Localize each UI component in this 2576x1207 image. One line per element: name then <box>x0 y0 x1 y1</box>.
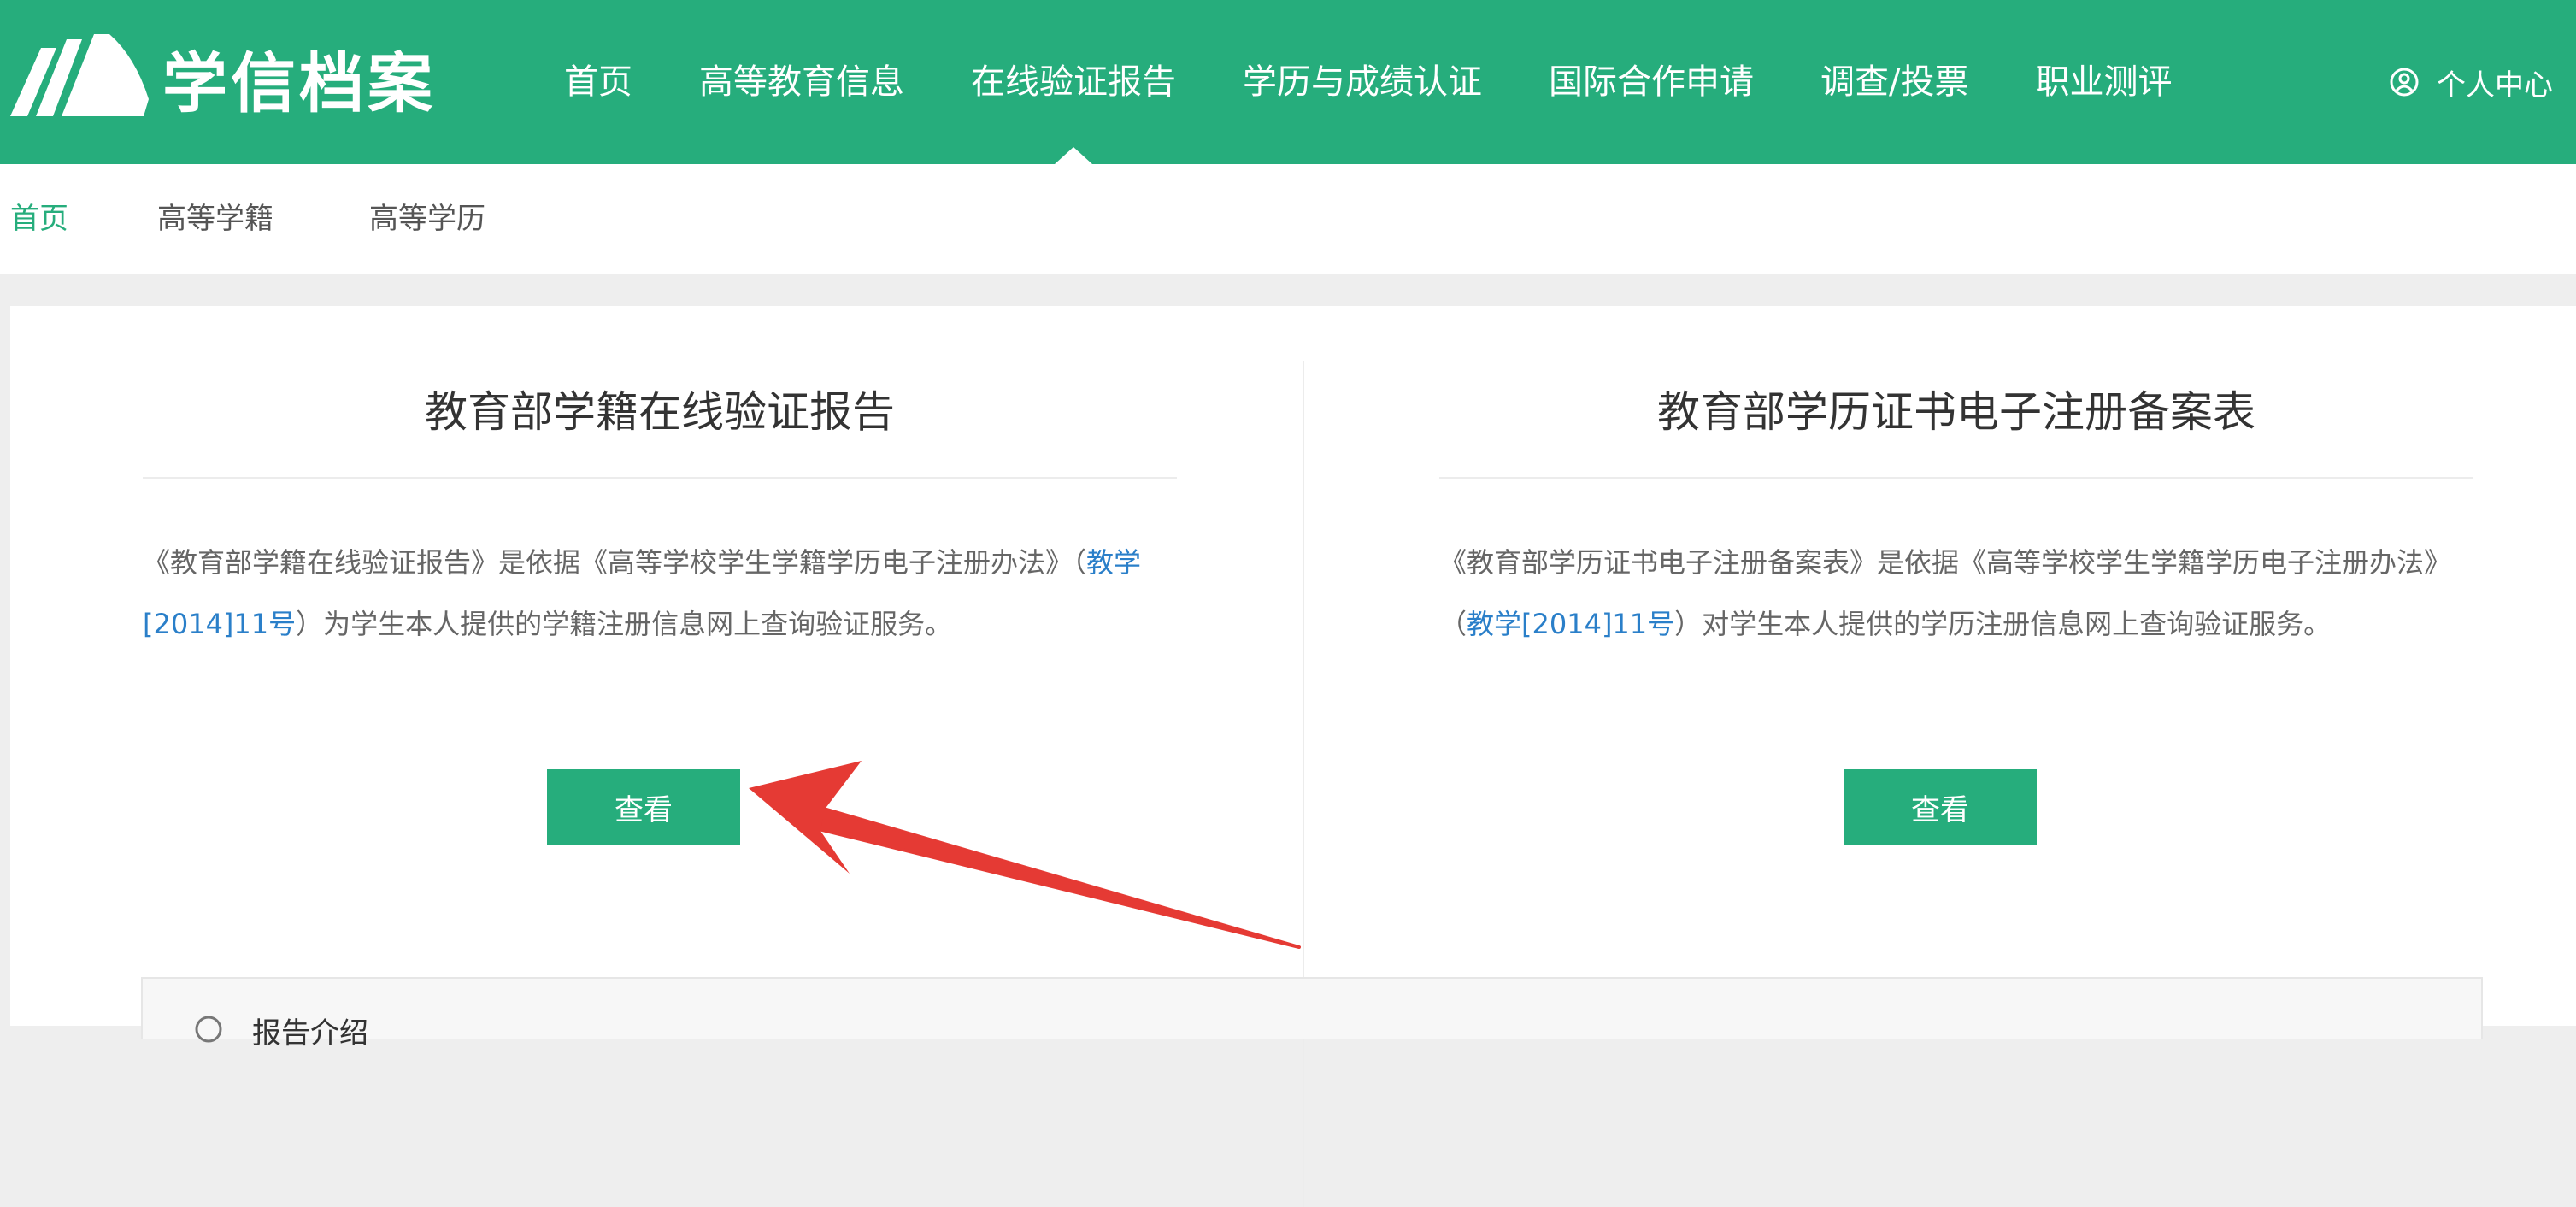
desc-text: ）对学生本人提供的学历注册信息网上查询验证服务。 <box>1674 608 2332 640</box>
nav-item-degree-certification[interactable]: 学历与成绩认证 <box>1243 0 1482 164</box>
card-title: 教育部学历证书电子注册备案表 <box>1657 387 2255 437</box>
nav-item-online-verification[interactable]: 在线验证报告 <box>971 0 1176 164</box>
main-card: 教育部学籍在线验证报告 《教育部学籍在线验证报告》是依据《高等学校学生学籍学历电… <box>10 306 2576 1207</box>
view-student-status-button[interactable]: 查看 <box>547 769 740 845</box>
view-degree-button[interactable]: 查看 <box>1844 769 2037 845</box>
logo-icon[interactable] <box>7 31 152 125</box>
nav-item-higher-education[interactable]: 高等教育信息 <box>699 0 904 164</box>
nav-item-survey[interactable]: 调查/投票 <box>1820 0 1968 164</box>
top-header: 学信档案 首页 高等教育信息 在线验证报告 学历与成绩认证 国际合作申请 调查/… <box>0 0 2576 164</box>
nav-item-international[interactable]: 国际合作申请 <box>1549 0 1754 164</box>
report-intro-panel: 报告介绍 <box>141 977 2483 1051</box>
desc-text: ）为学生本人提供的学籍注册信息网上查询验证服务。 <box>296 608 953 640</box>
report-intro-label: 报告介绍 <box>252 1016 368 1051</box>
column-divider <box>1303 361 1304 1207</box>
user-icon <box>2390 68 2419 97</box>
card-description: 《教育部学历证书电子注册备案表》是依据《高等学校学生学籍学历电子注册办法》（教学… <box>1439 532 2473 655</box>
desc-text: 《教育部学籍在线验证报告》是依据《高等学校学生学籍学历电子注册办法》（ <box>143 546 1087 579</box>
main-nav: 首页 高等教育信息 在线验证报告 学历与成绩认证 国际合作申请 调查/投票 职业… <box>564 0 2238 164</box>
brand-title[interactable]: 学信档案 <box>162 41 436 127</box>
subnav-item-degree[interactable]: 高等学历 <box>369 164 485 274</box>
user-center-label: 个人中心 <box>2437 68 2553 103</box>
card-title: 教育部学籍在线验证报告 <box>425 387 895 437</box>
regulation-link[interactable]: 教学[2014]11号 <box>1467 608 1674 640</box>
info-icon <box>195 1016 222 1043</box>
sub-nav: 首页 高等学籍 高等学历 <box>0 164 2576 274</box>
title-divider <box>1439 477 2473 479</box>
subnav-item-student-status[interactable]: 高等学籍 <box>157 164 273 274</box>
card-description: 《教育部学籍在线验证报告》是依据《高等学校学生学籍学历电子注册办法》（教学[20… <box>143 532 1177 655</box>
nav-item-home[interactable]: 首页 <box>564 0 632 164</box>
title-divider <box>143 477 1177 479</box>
nav-item-career-test[interactable]: 职业测评 <box>2035 0 2172 164</box>
user-center-link[interactable]: 个人中心 <box>2389 0 2553 164</box>
subnav-item-home[interactable]: 首页 <box>10 164 68 274</box>
